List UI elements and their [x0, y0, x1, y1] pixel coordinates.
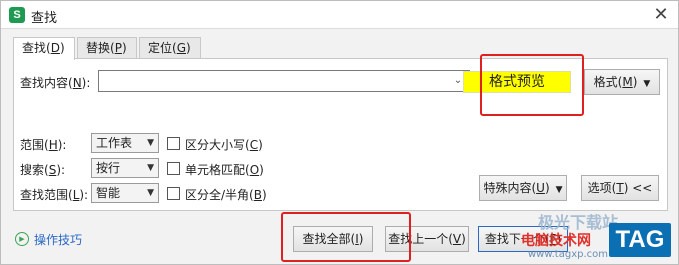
- match-cell-label: 单元格匹配(O): [185, 163, 264, 177]
- format-preview: 格式预览: [463, 71, 571, 93]
- find-next-button[interactable]: 查找下一个(F): [478, 226, 568, 252]
- options-toggle-button[interactable]: 选项(T) <<: [581, 175, 659, 201]
- tab-find[interactable]: 查找(D): [13, 37, 75, 60]
- find-previous-button[interactable]: 查找上一个(V): [385, 226, 469, 252]
- find-what-combobox[interactable]: ⌄: [98, 70, 470, 92]
- special-content-button[interactable]: 特殊内容(U) ▼: [479, 175, 567, 201]
- play-circle-icon[interactable]: ▶: [15, 232, 29, 246]
- match-case-checkbox[interactable]: [167, 137, 180, 150]
- look-in-label: 查找范围(L):: [20, 188, 89, 202]
- match-width-checkbox[interactable]: [167, 187, 180, 200]
- match-case-label: 区分大小写(C): [185, 138, 263, 152]
- find-panel: 查找内容(N): ⌄ 格式预览 格式(M) ▼ 范围(H): 工作表 ▼ 区分大小写…: [13, 58, 668, 211]
- find-what-label: 查找内容(N):: [20, 76, 91, 90]
- search-order-select[interactable]: 按行 ▼: [91, 158, 159, 178]
- dropdown-caret-icon: ▼: [147, 188, 154, 198]
- dropdown-caret-icon: ▼: [147, 163, 154, 173]
- format-button[interactable]: 格式(M) ▼: [584, 69, 660, 95]
- search-order-label: 搜索(S):: [20, 163, 66, 177]
- wps-app-icon: S: [9, 7, 25, 23]
- scope-select[interactable]: 工作表 ▼: [91, 133, 159, 153]
- match-cell-checkbox[interactable]: [167, 162, 180, 175]
- dropdown-caret-icon: ▼: [555, 185, 563, 195]
- tab-goto[interactable]: 定位(G): [139, 37, 201, 59]
- scope-label: 范围(H):: [20, 138, 67, 152]
- look-in-select[interactable]: 智能 ▼: [91, 183, 159, 203]
- find-what-input[interactable]: [101, 72, 441, 90]
- match-width-label: 区分全/半角(B): [185, 188, 267, 202]
- title-bar: S 查找 ✕: [1, 1, 678, 29]
- find-dialog: S 查找 ✕ 查找(D) 替换(P) 定位(G) 查找内容(N): ⌄ 格式预览…: [0, 0, 679, 265]
- tab-replace[interactable]: 替换(P): [77, 37, 137, 59]
- tips-link[interactable]: 操作技巧: [34, 231, 82, 248]
- dropdown-caret-icon: ▼: [147, 138, 154, 148]
- dropdown-caret-icon: ▼: [643, 79, 651, 89]
- window-title: 查找: [31, 11, 58, 26]
- find-all-button[interactable]: 查找全部(I): [293, 226, 373, 252]
- close-button[interactable]: ✕: [650, 4, 672, 26]
- watermark-tag-logo: TAG: [609, 223, 671, 257]
